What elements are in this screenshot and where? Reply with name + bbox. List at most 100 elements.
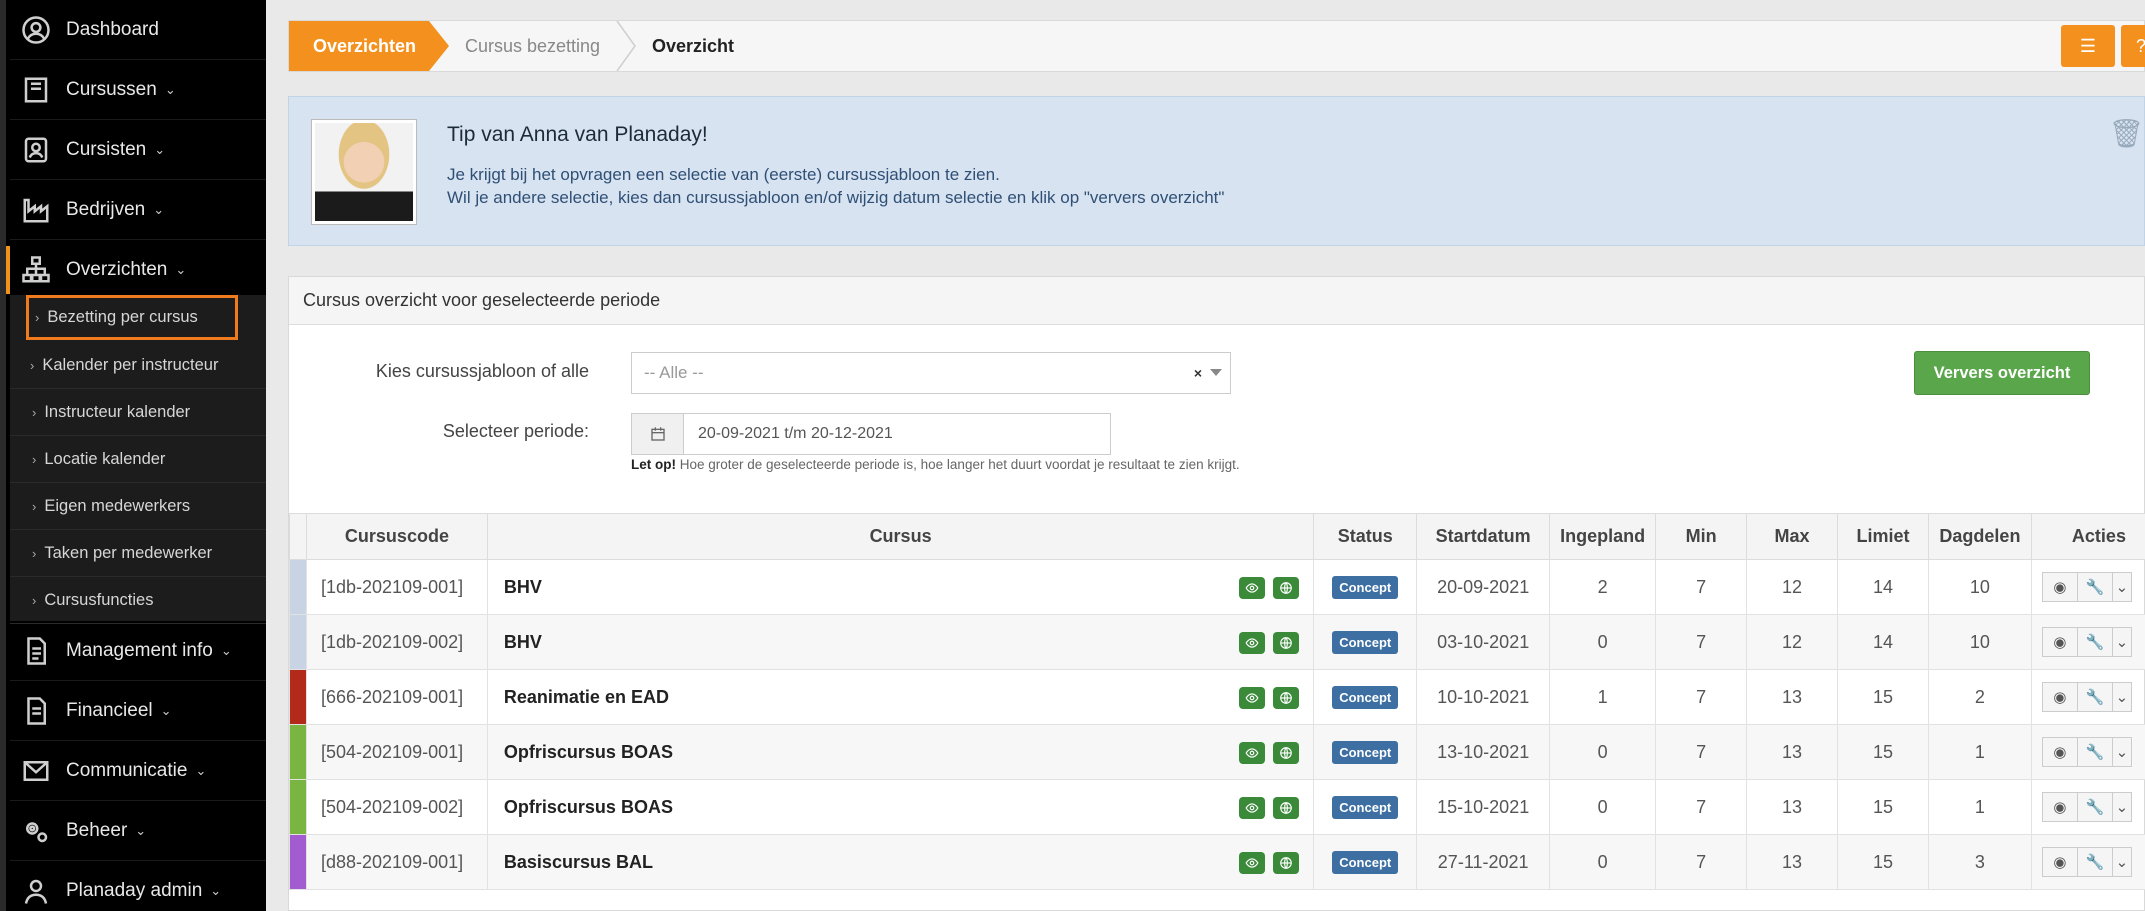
table-row[interactable]: [1db-202109-002] BHV Concept 03-10-2021 … bbox=[289, 614, 2145, 670]
column-header-planned[interactable]: Ingepland bbox=[1549, 513, 1657, 560]
sidebar-item-beheer[interactable]: Beheer ⌄ bbox=[10, 801, 266, 861]
submenu-item-cursusfuncties[interactable]: › Cursusfuncties bbox=[10, 577, 266, 624]
status-badge: Concept bbox=[1332, 795, 1399, 819]
column-header-course[interactable]: Cursus bbox=[486, 513, 1315, 560]
course-name[interactable]: Basiscursus BAL bbox=[486, 834, 1315, 890]
submenu-item-instructeur-kalender[interactable]: › Instructeur kalender bbox=[10, 389, 266, 436]
sidebar-item-bedrijven[interactable]: Bedrijven ⌄ bbox=[10, 180, 266, 240]
course-name[interactable]: Opfriscursus BOAS bbox=[486, 724, 1315, 780]
view-button[interactable]: ◉ bbox=[2041, 682, 2078, 712]
course-name[interactable]: BHV bbox=[486, 614, 1315, 670]
chevron-down-icon: ⌄ bbox=[175, 261, 187, 277]
column-header-start[interactable]: Startdatum bbox=[1416, 513, 1551, 560]
trash-icon[interactable]: 🗑 bbox=[2108, 117, 2144, 150]
eye-icon[interactable] bbox=[1239, 632, 1266, 654]
column-header-actions: Acties bbox=[2030, 513, 2145, 560]
chevron-right-icon: › bbox=[32, 545, 37, 561]
more-button[interactable]: ⌄ bbox=[2111, 627, 2132, 657]
table-row[interactable]: [504-202109-002] Opfriscursus BOAS Conce… bbox=[289, 779, 2145, 835]
more-button[interactable]: ⌄ bbox=[2111, 792, 2132, 822]
row-color-marker bbox=[289, 779, 307, 835]
toolbar-button[interactable]: ☰ bbox=[2061, 25, 2115, 67]
min-count: 7 bbox=[1655, 779, 1748, 835]
submenu-item-eigen-medewerkers[interactable]: › Eigen medewerkers bbox=[10, 483, 266, 530]
status-cell: Concept bbox=[1313, 724, 1418, 780]
submenu-item-taken-per-medewerker[interactable]: › Taken per medewerker bbox=[10, 530, 266, 577]
edit-button[interactable]: 🔧 bbox=[2076, 737, 2113, 767]
view-button[interactable]: ◉ bbox=[2041, 627, 2078, 657]
edit-button[interactable]: 🔧 bbox=[2076, 792, 2113, 822]
clear-icon[interactable]: × bbox=[1194, 365, 1202, 381]
breadcrumb-cursus-bezetting[interactable]: Cursus bezetting bbox=[465, 21, 600, 71]
table-row[interactable]: [666-202109-001] Reanimatie en EAD Conce… bbox=[289, 669, 2145, 725]
calendar-icon[interactable] bbox=[632, 414, 684, 454]
more-button[interactable]: ⌄ bbox=[2111, 682, 2132, 712]
actions-cell: ◉ 🔧 ⌄ bbox=[2030, 669, 2145, 725]
edit-button[interactable]: 🔧 bbox=[2076, 572, 2113, 602]
globe-icon[interactable] bbox=[1273, 577, 1300, 599]
eye-icon[interactable] bbox=[1239, 797, 1266, 819]
status-cell: Concept bbox=[1313, 614, 1418, 670]
row-color-marker bbox=[289, 559, 307, 615]
column-header-max[interactable]: Max bbox=[1746, 513, 1838, 560]
table-row[interactable]: [504-202109-001] Opfriscursus BOAS Conce… bbox=[289, 724, 2145, 780]
view-button[interactable]: ◉ bbox=[2041, 737, 2078, 767]
more-button[interactable]: ⌄ bbox=[2111, 847, 2132, 877]
eye-icon[interactable] bbox=[1239, 687, 1266, 709]
course-name[interactable]: BHV bbox=[486, 559, 1315, 615]
sidebar-item-cursussen[interactable]: Cursussen ⌄ bbox=[10, 60, 266, 120]
globe-icon[interactable] bbox=[1273, 797, 1300, 819]
table-row[interactable]: [d88-202109-001] Basiscursus BAL Concept… bbox=[289, 834, 2145, 890]
course-name-text: Opfriscursus BOAS bbox=[503, 741, 673, 762]
course-code: [1db-202109-001] bbox=[305, 559, 488, 615]
view-button[interactable]: ◉ bbox=[2041, 847, 2078, 877]
more-button[interactable]: ⌄ bbox=[2111, 737, 2132, 767]
toolbar-button-help[interactable]: ? bbox=[2121, 25, 2145, 67]
column-header-status[interactable]: Status bbox=[1313, 513, 1418, 560]
chevron-down-icon: ⌄ bbox=[160, 702, 172, 718]
more-button[interactable]: ⌄ bbox=[2111, 572, 2132, 602]
eye-icon: ◉ bbox=[2053, 744, 2067, 761]
tip-line-1: Je krijgt bij het opvragen een selectie … bbox=[447, 165, 1000, 184]
template-select[interactable]: -- Alle -- × bbox=[631, 352, 1231, 394]
start-date: 20-09-2021 bbox=[1416, 559, 1551, 615]
actions-cell: ◉ 🔧 ⌄ bbox=[2030, 559, 2145, 615]
column-header-min[interactable]: Min bbox=[1655, 513, 1748, 560]
globe-icon[interactable] bbox=[1273, 632, 1300, 654]
table-row[interactable]: [1db-202109-001] BHV Concept 20-09-2021 … bbox=[289, 559, 2145, 615]
sidebar-item-cursisten[interactable]: Cursisten ⌄ bbox=[10, 120, 266, 180]
eye-icon[interactable] bbox=[1239, 852, 1266, 874]
column-header-code[interactable]: Cursuscode bbox=[305, 513, 488, 560]
sidebar-item-planaday-admin[interactable]: Planaday admin ⌄ bbox=[10, 861, 266, 911]
sidebar-item-management-info[interactable]: Management info ⌄ bbox=[10, 621, 266, 681]
globe-icon[interactable] bbox=[1273, 687, 1300, 709]
edit-button[interactable]: 🔧 bbox=[2076, 682, 2113, 712]
course-name[interactable]: Reanimatie en EAD bbox=[486, 669, 1315, 725]
view-button[interactable]: ◉ bbox=[2041, 792, 2078, 822]
refresh-overview-button[interactable]: Ververs overzicht bbox=[1914, 351, 2090, 395]
wrench-icon: 🔧 bbox=[2085, 689, 2105, 706]
eye-icon[interactable] bbox=[1239, 577, 1266, 599]
course-name[interactable]: Opfriscursus BOAS bbox=[486, 779, 1315, 835]
submenu-item-locatie-kalender[interactable]: › Locatie kalender bbox=[10, 436, 266, 483]
sidebar-item-label: Overzichten bbox=[66, 258, 168, 280]
limit-count: 14 bbox=[1837, 614, 1929, 670]
period-field[interactable]: 20-09-2021 t/m 20-12-2021 bbox=[631, 413, 1111, 455]
column-header-parts[interactable]: Dagdelen bbox=[1927, 513, 2032, 560]
edit-button[interactable]: 🔧 bbox=[2076, 627, 2113, 657]
submenu-item-bezetting-per-cursus[interactable]: › Bezetting per cursus bbox=[26, 295, 238, 340]
sidebar-item-dashboard[interactable]: Dashboard bbox=[10, 0, 266, 60]
sidebar-item-overzichten[interactable]: Overzichten ⌄ bbox=[6, 240, 266, 300]
view-button[interactable]: ◉ bbox=[2041, 572, 2078, 602]
column-header-limit[interactable]: Limiet bbox=[1837, 513, 1929, 560]
edit-button[interactable]: 🔧 bbox=[2076, 847, 2113, 877]
eye-icon[interactable] bbox=[1239, 742, 1266, 764]
chevron-down-icon: ⌄ bbox=[164, 81, 176, 97]
submenu-item-kalender-per-instructeur[interactable]: › Kalender per instructeur bbox=[10, 342, 266, 389]
sidebar-item-communicatie[interactable]: Communicatie ⌄ bbox=[10, 741, 266, 801]
chevron-down-icon[interactable] bbox=[1210, 369, 1222, 376]
globe-icon[interactable] bbox=[1273, 742, 1300, 764]
sidebar-item-financieel[interactable]: Financieel ⌄ bbox=[10, 681, 266, 741]
breadcrumb-overzichten[interactable]: Overzichten bbox=[289, 21, 449, 71]
globe-icon[interactable] bbox=[1273, 852, 1300, 874]
